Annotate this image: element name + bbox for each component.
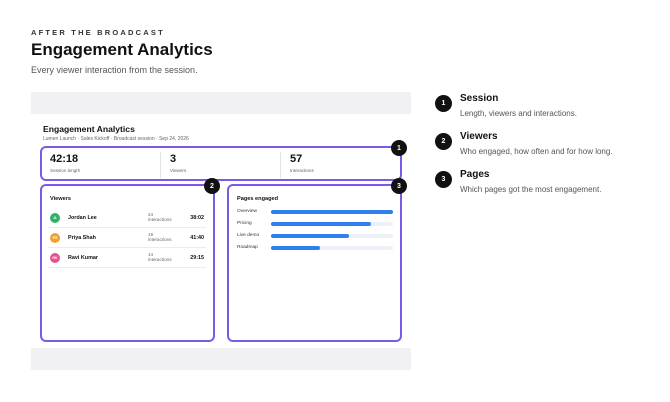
stat-label: Viewers [170,168,187,173]
legend-badge: 2 [435,133,452,150]
stat-value: 3 [170,153,177,165]
callout-badge-1: 1 [391,140,407,156]
dashboard-frame: Engagement Analytics Lumen Launch · Sale… [31,92,411,370]
page-label: Pricing [237,221,252,226]
page-row[interactable]: Overview [237,208,397,218]
callout-badge-3: 3 [391,178,407,194]
page-row[interactable]: Pricing [237,220,397,230]
stat-value: 57 [290,153,303,165]
page-row[interactable]: Live demo [237,232,397,242]
page-subtitle: Every viewer interaction from the sessio… [31,65,198,75]
progress-fill [271,234,350,238]
viewer-row[interactable]: PS Priya Shah 19 interactions 41:40 [48,229,206,248]
progress-fill [271,222,372,226]
viewer-duration: 38:02 [190,215,204,221]
progress-track [271,246,393,250]
page-label: Roadmap [237,245,258,250]
legend-description: Which pages got the most engagement. [460,185,602,194]
stat-viewers: 3 Viewers [164,148,279,179]
row-divider [48,227,206,228]
eyebrow: AFTER THE BROADCAST [31,28,165,37]
viewer-interactions: 24 interactions [148,212,172,223]
page-title: Engagement Analytics [31,40,213,59]
row-divider [48,267,206,268]
progress-track [271,234,393,238]
pages-card[interactable]: Pages engaged Overview Pricing Live demo… [227,184,402,342]
legend-description: Length, viewers and interactions. [460,109,577,118]
progress-track [271,210,393,214]
stat-label: Session length [50,168,81,173]
stat-interactions: 57 Interactions [284,148,399,179]
viewer-name: Priya Shah [68,235,96,241]
dashboard-panel: Engagement Analytics Lumen Launch · Sale… [31,114,411,348]
dashboard-meta: Lumen Launch · Sales Kickoff · Broadcast… [43,136,189,142]
stat-label: Interactions [290,168,314,173]
legend-description: Who engaged, how often and for how long. [460,147,613,156]
legend-title: Session [460,93,499,104]
dashboard-title: Engagement Analytics [43,124,135,134]
viewers-heading: Viewers [50,196,72,202]
avatar: PS [50,233,60,243]
row-divider [48,247,206,248]
legend-title: Viewers [460,131,498,142]
stat-divider [160,152,161,178]
stat-divider [280,152,281,178]
viewer-duration: 29:15 [190,255,204,261]
viewer-duration: 41:40 [190,235,204,241]
page-label: Overview [237,209,257,214]
callout-badge-2: 2 [204,178,220,194]
legend-badge: 3 [435,171,452,188]
viewer-interactions: 14 interactions [148,252,172,263]
viewer-name: Ravi Kumar [68,255,98,261]
viewer-row[interactable]: JL Jordan Lee 24 interactions 38:02 [48,209,206,228]
page-label: Live demo [237,233,260,238]
progress-track [271,222,393,226]
legend-title: Pages [460,169,490,180]
pages-heading: Pages engaged [237,196,279,202]
stat-session-length: 42:18 Session length [44,148,159,179]
viewers-card[interactable]: Viewers JL Jordan Lee 24 interactions 38:… [40,184,215,342]
page-row[interactable]: Roadmap [237,244,397,254]
viewer-name: Jordan Lee [68,215,97,221]
session-stats-card[interactable]: 42:18 Session length 3 Viewers 57 Intera… [40,146,402,181]
viewer-row[interactable]: RK Ravi Kumar 14 interactions 29:15 [48,249,206,268]
progress-fill [271,210,393,214]
viewer-interactions: 19 interactions [148,232,172,243]
avatar: JL [50,213,60,223]
avatar: RK [50,253,60,263]
legend-badge: 1 [435,95,452,112]
progress-fill [271,246,320,250]
stat-value: 42:18 [50,153,79,165]
